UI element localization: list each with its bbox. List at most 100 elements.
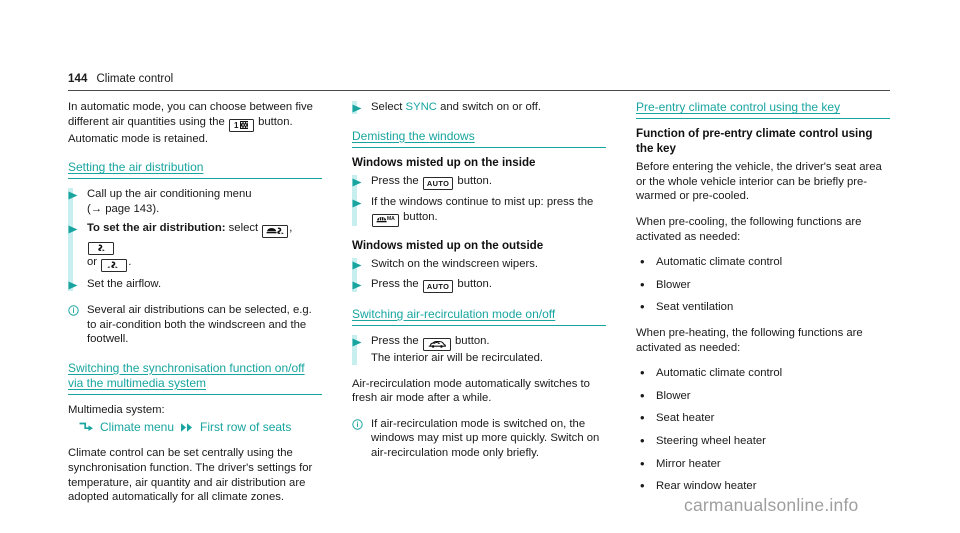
steps-sync-select: Select SYNC and switch on or off. [352,100,606,115]
list-item: • Blower [636,387,890,404]
sync-term: SYNC [405,101,437,113]
multimedia-path: Climate menu First row of seats [78,419,322,435]
step-text: Press the button. The interior air will b… [371,334,606,366]
bullet-icon: • [640,276,645,292]
step-text: Press the AUTO button. [371,174,606,191]
bullet-icon: • [640,254,645,270]
header-divider [68,90,890,91]
pre-heating-function-list: • Automatic climate control • Blower • S… [636,366,890,494]
multimedia-double-arrow-icon [180,422,194,433]
list-item-label: Automatic climate control [656,256,783,269]
multimedia-path-first: Climate menu [100,420,175,435]
auto-button-icon: AUTO [422,279,454,293]
air-distribution-centre-icon [88,242,114,256]
period-sep: . [128,256,132,269]
auto-button-icon: AUTO [422,177,454,191]
list-item: • Automatic climate control [636,366,890,381]
triangle-right-icon [352,257,371,270]
list-item-label: Automatic climate control [656,367,783,380]
page-columns: In automatic mode, you can choose betwee… [68,100,890,516]
column-right: Pre-entry climate control using the key … [636,100,890,516]
list-item: • Seat ventilation [636,300,890,315]
steps-misted-inside: Press the AUTO button. If the windows co… [352,174,606,227]
heading-demisting-windows: Demisting the windows [352,129,606,148]
air-quantity-button-icon: 1 [228,118,254,132]
info-note-text: If air-recirculation mode is switched on… [371,417,600,459]
heading-air-recirculation: Switching air-recirculation mode on/off [352,307,606,326]
step-second-line: The interior air will be recirculated. [371,352,544,364]
multimedia-lead: Multimedia system: [68,403,165,416]
button-text: button. [457,277,492,290]
multimedia-path-second: First row of seats [200,420,292,435]
bullet-icon: • [640,387,645,403]
step-item: Set the airflow. [68,277,322,292]
intro-paragraph: In automatic mode, you can choose betwee… [68,100,322,146]
press-the-text: If the windows continue to mist up: pres… [371,196,594,209]
sync-body-paragraph: Climate control can be set centrally usi… [68,447,313,504]
list-item: • Rear window heater [636,478,890,494]
select-prefix: Select [371,101,403,113]
triangle-right-icon [352,277,371,290]
step-text: Select SYNC and switch on or off. [371,100,606,115]
triangle-right-icon [352,334,371,347]
bullet-icon: • [640,365,645,381]
triangle-right-icon [352,174,371,187]
page-title: Climate control [96,73,174,85]
list-item-label: Mirror heater [656,457,721,470]
intro-text-part3: Automatic mode is retained. [68,132,209,145]
page-number: 144 [68,73,88,85]
button-text: button. [455,334,490,347]
info-circle-icon [68,303,87,316]
list-item-label: Blower [656,278,691,291]
info-note-text: Several air distributions can be selecte… [87,304,312,346]
triangle-right-icon [352,100,371,113]
select-suffix: and switch on or off. [440,101,541,113]
list-item: • Blower [636,276,890,293]
list-item-label: Seat ventilation [656,301,734,314]
bullet-icon: • [640,432,645,448]
air-recirculation-button-icon [422,338,451,351]
info-note: Several air distributions can be selecte… [68,303,322,347]
steps-air-recirculation: Press the button. The interior air will b… [352,334,606,366]
press-the-text: Press the [371,334,419,347]
press-the-text: Press the [371,175,419,188]
step-item: If the windows continue to mist up: pres… [352,195,606,227]
list-item-label: Seat heater [656,412,715,425]
page-header: 144 Climate control [68,73,890,91]
bullet-icon: • [640,299,645,315]
air-distribution-footwell-icon [101,259,128,273]
column-left: In automatic mode, you can choose betwee… [68,100,322,516]
comma-sep: , [289,222,293,235]
list-item: • Mirror heater [636,456,890,472]
step-item: Press the button. The interior air will b… [352,334,606,366]
heading-setting-air-distribution: Setting the air distribution [68,160,322,180]
list-item: • Seat heater [636,411,890,426]
step-item: Press the AUTO button. [352,174,606,191]
heading-switching-synchronisation: Switching the synchronisation function o… [68,361,322,395]
pre-entry-paragraph-1: Before entering the vehicle, the driver'… [636,161,882,203]
step-text-line1: Call up the air conditioning menu [87,188,252,201]
bullet-icon: • [640,478,645,494]
subheading-misted-inside: Windows misted up on the inside [352,155,536,169]
steps-misted-outside: Switch on the windscreen wipers. Press t… [352,257,606,293]
step-text-select: select [228,222,259,235]
step-text: Set the airflow. [87,278,162,291]
list-item: • Automatic climate control [636,255,890,270]
press-the-text: Press the [371,277,419,290]
heading-pre-entry-climate-control: Pre-entry climate control using the key [636,100,890,119]
triangle-right-icon [352,195,371,208]
step-item: Switch on the windscreen wipers. [352,257,606,272]
recirculation-body: Air-recirculation mode automatically swi… [352,377,590,405]
button-text: button. [457,175,492,188]
svg-text:1: 1 [234,121,239,130]
subheading-misted-outside: Windows misted up on the outside [352,238,544,252]
watermark: carmanualsonline.info [684,495,859,515]
info-note: If air-recirculation mode is switched on… [352,417,606,461]
step-bold-lead: To set the air distribution: [87,222,226,235]
triangle-right-icon [68,277,87,290]
pre-heating-paragraph: When pre-heating, the following function… [636,326,863,354]
step-text: Call up the air conditioning menu (→ page… [87,187,322,216]
step-text-or: or [87,256,98,269]
subheading-function-pre-entry: Function of pre-entry climate control us… [636,127,873,155]
button-text: button. [403,210,438,223]
